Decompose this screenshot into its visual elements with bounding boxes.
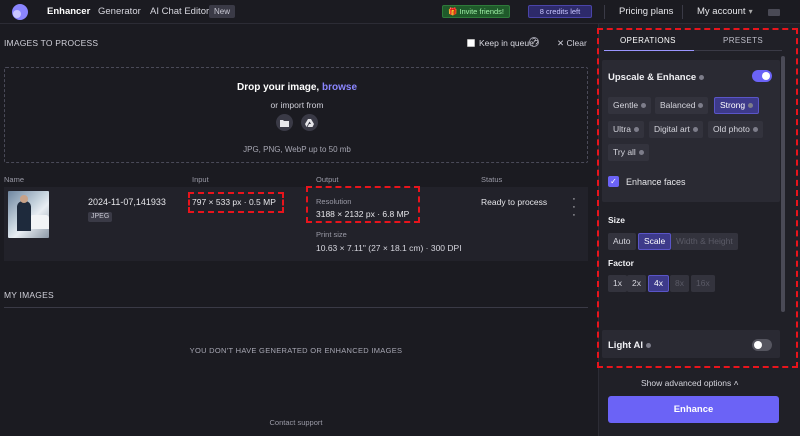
nav-ai-chat-editor[interactable]: AI Chat Editor <box>150 6 209 17</box>
drop-title: Drop your image, browse <box>5 82 589 93</box>
my-images-title: MY IMAGES <box>4 290 54 300</box>
invite-friends-button[interactable]: 🎁 Invite friends! <box>442 5 510 18</box>
folder-icon <box>280 119 289 127</box>
chevron-up-icon: ˄ <box>733 378 739 388</box>
print-size-label: Print size <box>316 230 347 239</box>
checkbox-icon[interactable] <box>467 39 475 47</box>
column-header-output: Output <box>316 175 339 184</box>
image-thumbnail[interactable] <box>8 191 49 238</box>
print-size-value: 10.63 × 7.11" (27 × 18.1 cm) · 300 DPI <box>316 243 462 253</box>
empty-state-message: YOU DON'T HAVE GENERATED OR ENHANCED IMA… <box>189 346 403 355</box>
help-icon[interactable]: ? <box>529 37 539 47</box>
nav-generator[interactable]: Generator <box>98 6 141 17</box>
thumbnail-car <box>30 215 49 229</box>
import-google-drive-button[interactable] <box>301 114 318 131</box>
contact-support-link[interactable]: Contact support <box>4 418 588 427</box>
accepted-formats: JPG, PNG, WebP up to 50 mb <box>243 145 351 154</box>
enhance-button[interactable]: Enhance <box>608 396 779 423</box>
show-advanced-label: Show advanced options <box>641 378 732 388</box>
divider <box>4 307 588 308</box>
more-options-icon[interactable]: · · · <box>571 194 577 221</box>
thumbnail-head <box>20 195 28 203</box>
credits-badge[interactable]: 8 credits left <box>528 5 592 18</box>
clear-label: Clear <box>566 38 587 48</box>
pricing-plans-link[interactable]: Pricing plans <box>619 6 673 17</box>
panel-highlight-box <box>597 28 798 368</box>
divider <box>682 5 683 19</box>
output-highlight-box <box>306 186 420 223</box>
nav-enhancer[interactable]: Enhancer <box>47 6 90 17</box>
show-advanced-options[interactable]: Show advanced options ˄ <box>641 378 739 388</box>
drop-title-text: Drop your image, <box>236 82 320 93</box>
column-header-input: Input <box>192 175 209 184</box>
column-header-status: Status <box>481 175 503 184</box>
input-highlight-box <box>188 192 284 213</box>
status-text: Ready to process <box>481 197 548 207</box>
images-to-process-title: IMAGES TO PROCESS <box>4 38 99 48</box>
browse-link[interactable]: browse <box>322 82 357 93</box>
chevron-down-icon: ▾ <box>748 7 753 16</box>
my-account-label: My account <box>697 6 746 17</box>
close-icon: ✕ <box>557 38 565 48</box>
thumbnail-person <box>17 201 31 231</box>
column-header-name: Name <box>4 175 25 184</box>
google-drive-icon <box>305 118 314 127</box>
format-badge: JPEG <box>88 212 113 222</box>
file-name: 2024-11-07,141933 <box>88 197 166 207</box>
language-flag-icon[interactable] <box>768 9 780 16</box>
import-from-text: or import from <box>270 100 324 110</box>
app-logo-icon[interactable] <box>11 3 29 21</box>
new-badge: New <box>209 5 236 18</box>
drop-zone[interactable]: Drop your image, browse or import from J… <box>4 67 588 163</box>
clear-button[interactable]: ✕ Clear <box>557 38 587 49</box>
divider <box>604 5 605 19</box>
import-folder-button[interactable] <box>276 114 293 131</box>
my-account-menu[interactable]: My account ▾ <box>697 6 753 17</box>
keep-in-queue-checkbox[interactable]: Keep in queue? <box>467 38 539 48</box>
